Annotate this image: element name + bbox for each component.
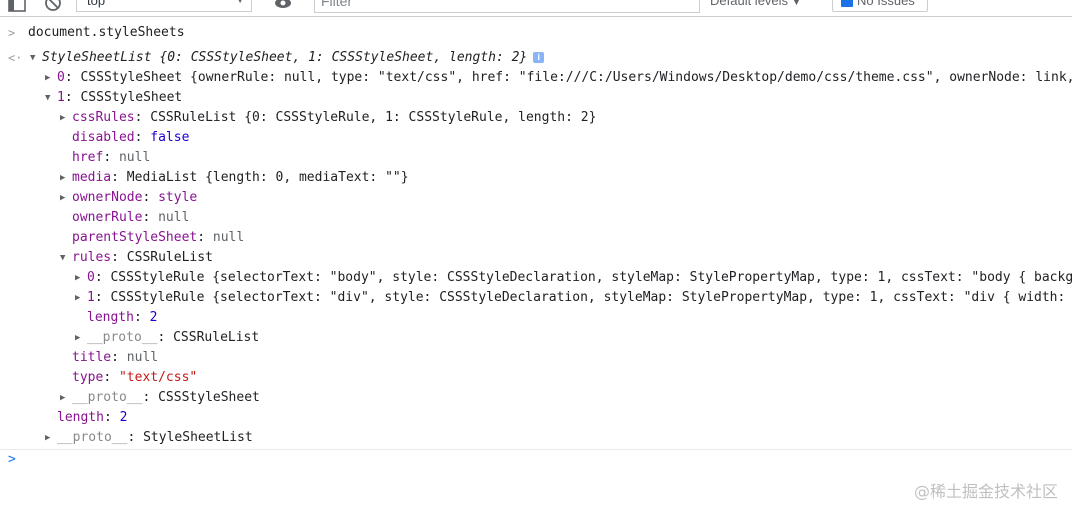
chevron-down-icon: ▼ bbox=[792, 0, 801, 7]
collapsed-triangle-icon[interactable]: ▶ bbox=[45, 68, 54, 88]
context-label: top bbox=[87, 0, 106, 8]
collapsed-triangle-icon[interactable]: ▶ bbox=[60, 168, 69, 188]
prop-key: type bbox=[72, 370, 104, 385]
result-return-icon: <· bbox=[8, 51, 23, 65]
prop-value: CSSRuleList {0: CSSStyleRule, 1: CSSStyl… bbox=[150, 110, 597, 125]
watermark: @稀土掘金技术社区 bbox=[913, 482, 1058, 501]
prop-value: CSSStyleSheet {ownerRule: null, type: "t… bbox=[80, 70, 1072, 85]
clear-console-icon[interactable] bbox=[44, 0, 62, 12]
console-input-row: > document.styleSheets bbox=[0, 23, 1072, 43]
collapsed-triangle-icon[interactable]: ▶ bbox=[75, 268, 84, 288]
prop-key: rules bbox=[72, 250, 112, 265]
prop-value: CSSStyleSheet bbox=[158, 390, 260, 405]
prop-key: __proto__ bbox=[57, 430, 128, 445]
issues-label: No Issues bbox=[857, 0, 915, 8]
prop-key: parentStyleSheet bbox=[72, 230, 198, 245]
prop-value: CSSStyleRule {selectorText: "body", styl… bbox=[110, 270, 1072, 285]
prop-key: media bbox=[72, 170, 112, 185]
collapsed-triangle-icon[interactable]: ▶ bbox=[45, 428, 54, 448]
collapsed-triangle-icon[interactable]: ▶ bbox=[75, 328, 84, 348]
log-levels-label: Default levels bbox=[710, 0, 789, 8]
prop-key: __proto__ bbox=[72, 390, 143, 405]
prop-key: ownerRule bbox=[72, 210, 143, 225]
prop-value: 2 bbox=[149, 310, 158, 325]
result-summary-text: StyleSheetList {0: CSSStyleSheet, 1: CSS… bbox=[42, 50, 528, 65]
href-row: href: null bbox=[72, 150, 151, 165]
issues-button[interactable]: No Issues bbox=[832, 0, 928, 12]
result-summary: StyleSheetList {0: CSSStyleSheet, 1: CSS… bbox=[42, 48, 545, 68]
prop-key: __proto__ bbox=[87, 330, 158, 345]
prop-value: false bbox=[150, 130, 190, 145]
prop-key: 0 bbox=[87, 270, 95, 285]
result-row[interactable]: <· ▼ StyleSheetList {0: CSSStyleSheet, 1… bbox=[0, 48, 1072, 68]
prop-key: 1 bbox=[87, 290, 95, 305]
prop-key: length bbox=[87, 310, 134, 325]
title-row: title: null bbox=[72, 350, 159, 365]
log-levels-dropdown[interactable]: Default levels ▼ bbox=[710, 0, 801, 11]
info-icon[interactable]: i bbox=[533, 52, 545, 63]
prop-key: title bbox=[72, 350, 112, 365]
prop-value: StyleSheetList bbox=[143, 430, 253, 445]
context-selector[interactable]: top ▼ bbox=[76, 0, 252, 12]
prop-value: MediaList {length: 0, mediaText: ""} bbox=[126, 170, 409, 185]
prop-value: null bbox=[126, 350, 159, 365]
prop-value: 2 bbox=[119, 410, 128, 425]
rules-row[interactable]: ▼ rules: CSSRuleList bbox=[0, 248, 1072, 268]
prop-value: null bbox=[118, 150, 151, 165]
stylesheet-0-row[interactable]: ▶ 0: CSSStyleSheet {ownerRule: null, typ… bbox=[0, 68, 1072, 88]
rule-0-row[interactable]: ▶ 0: CSSStyleRule {selectorText: "body",… bbox=[0, 268, 1072, 288]
expanded-triangle-icon[interactable]: ▼ bbox=[30, 48, 39, 68]
prop-key: cssRules bbox=[72, 110, 135, 125]
input-chevron-icon: > bbox=[8, 26, 16, 40]
prop-value: null bbox=[212, 230, 245, 245]
prop-key: length bbox=[57, 410, 104, 425]
prompt-separator bbox=[0, 449, 1072, 450]
collapsed-triangle-icon[interactable]: ▶ bbox=[60, 188, 69, 208]
prop-value: null bbox=[158, 210, 190, 225]
prop-value: CSSStyleRule {selectorText: "div", style… bbox=[110, 290, 1072, 305]
ownerrule-row: ownerRule: null bbox=[72, 210, 190, 225]
prop-value: CSSRuleList bbox=[126, 250, 213, 265]
expanded-triangle-icon[interactable]: ▼ bbox=[45, 88, 54, 108]
type-row: type: "text/css" bbox=[72, 370, 198, 385]
rules-proto-row[interactable]: ▶ __proto__: CSSRuleList bbox=[0, 328, 1072, 348]
list-proto-row[interactable]: ▶ __proto__: StyleSheetList bbox=[0, 428, 1072, 448]
prop-key: 1 bbox=[57, 90, 65, 105]
console-prompt-chevron-icon[interactable]: > bbox=[8, 452, 16, 467]
console-input-text[interactable]: document.styleSheets bbox=[28, 23, 185, 43]
filter-input[interactable]: Filter bbox=[314, 0, 700, 13]
prop-value: "text/css" bbox=[118, 370, 198, 385]
collapsed-triangle-icon[interactable]: ▶ bbox=[60, 388, 69, 408]
prop-key: href bbox=[72, 150, 104, 165]
media-row[interactable]: ▶ media: MediaList {length: 0, mediaText… bbox=[0, 168, 1072, 188]
sheet-proto-row[interactable]: ▶ __proto__: CSSStyleSheet bbox=[0, 388, 1072, 408]
cssrules-row[interactable]: ▶ cssRules: CSSRuleList {0: CSSStyleRule… bbox=[0, 108, 1072, 128]
live-expression-eye-icon[interactable] bbox=[274, 0, 292, 12]
issues-icon bbox=[841, 0, 853, 7]
list-length-row: length: 2 bbox=[57, 410, 128, 425]
collapsed-triangle-icon[interactable]: ▶ bbox=[75, 288, 84, 308]
chevron-down-icon: ▼ bbox=[235, 0, 245, 6]
rules-length-row: length: 2 bbox=[87, 310, 158, 325]
prop-key: disabled bbox=[72, 130, 135, 145]
stylesheet-1-row[interactable]: ▼ 1: CSSStyleSheet bbox=[0, 88, 1072, 108]
rule-1-row[interactable]: ▶ 1: CSSStyleRule {selectorText: "div", … bbox=[0, 288, 1072, 308]
ownernode-row[interactable]: ▶ ownerNode: style bbox=[0, 188, 1072, 208]
prop-value: CSSStyleSheet bbox=[80, 90, 183, 105]
sidebar-toggle-icon[interactable] bbox=[8, 0, 26, 12]
prop-value: CSSRuleList bbox=[173, 330, 260, 345]
collapsed-triangle-icon[interactable]: ▶ bbox=[60, 108, 69, 128]
prop-value: style bbox=[158, 190, 198, 205]
prop-key: 0 bbox=[57, 70, 65, 85]
expanded-triangle-icon[interactable]: ▼ bbox=[60, 248, 69, 268]
disabled-row: disabled: false bbox=[72, 130, 190, 145]
console-toolbar: top ▼ Filter Default levels ▼ No Issues bbox=[0, 0, 1072, 17]
prop-key: ownerNode bbox=[72, 190, 143, 205]
parentstylesheet-row: parentStyleSheet: null bbox=[72, 230, 245, 245]
